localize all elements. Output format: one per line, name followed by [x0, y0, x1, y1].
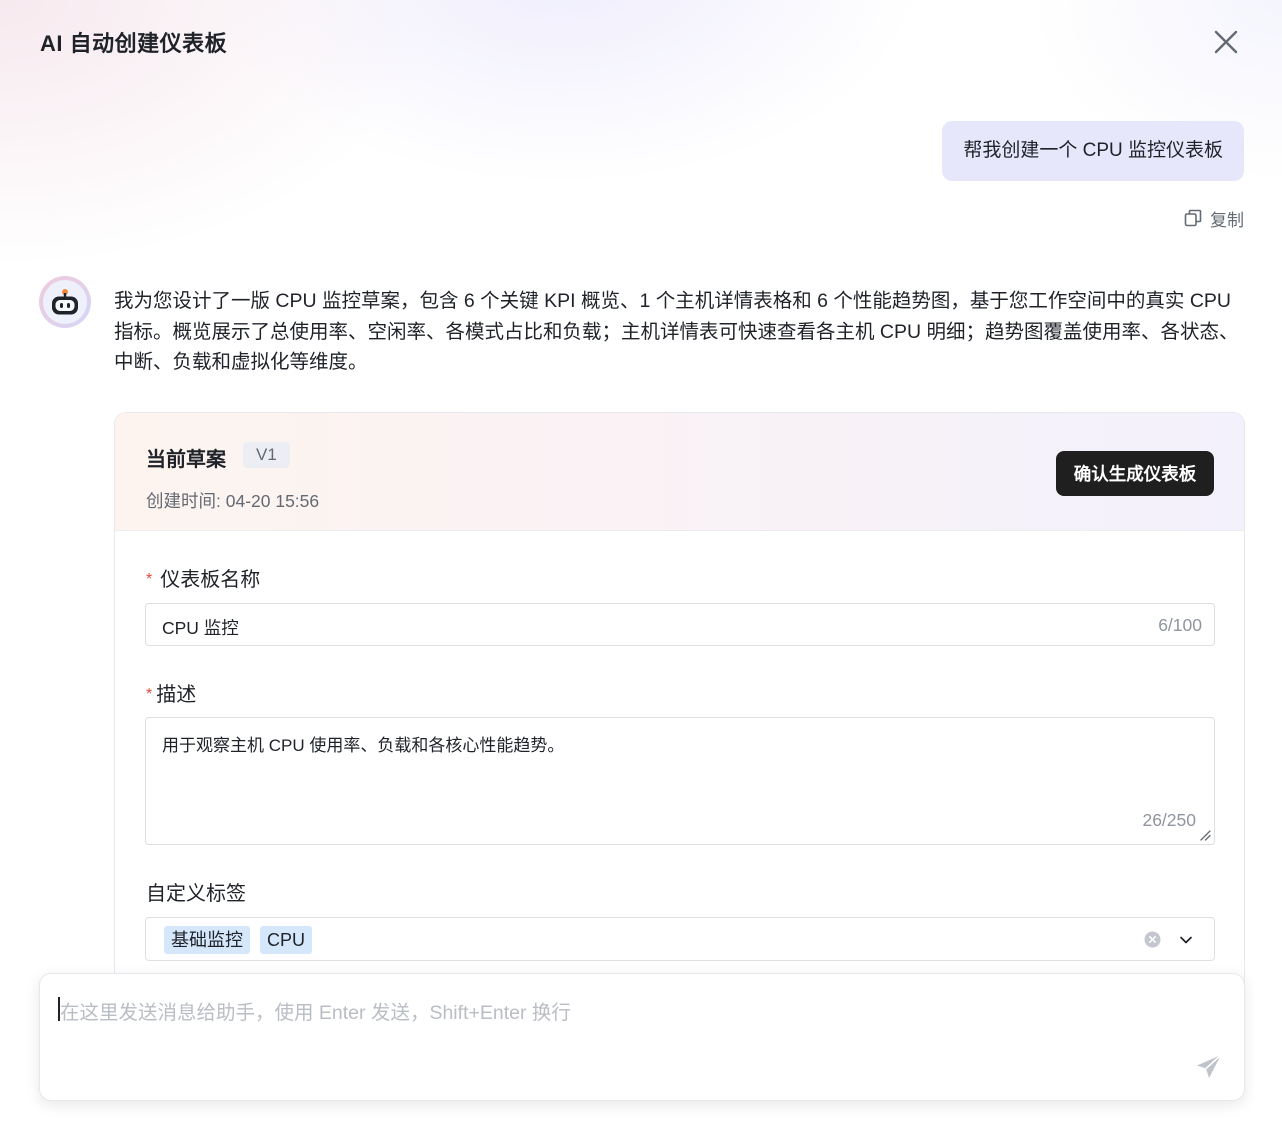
created-at-text: 创建时间: 04-20 15:56	[146, 491, 320, 511]
tag-chip: CPU	[260, 926, 313, 954]
send-button[interactable]	[1192, 1050, 1226, 1084]
required-mark: *	[146, 571, 153, 588]
send-icon	[1197, 1054, 1222, 1078]
description-textarea[interactable]: 用于观察主机 CPU 使用率、负载和各核心性能趋势。 26/250	[145, 717, 1215, 845]
ai-dashboard-dialog: AI 自动创建仪表板 帮我创建一个 CPU 监控仪表板 复制 我为您设计了一版 …	[0, 0, 1282, 1128]
required-mark: *	[146, 686, 153, 703]
dashboard-name-value: CPU 监控	[162, 618, 239, 638]
close-button[interactable]	[1208, 24, 1244, 60]
clear-icon[interactable]	[1144, 931, 1161, 948]
message-composer[interactable]: 在这里发送消息给助手，使用 Enter 发送，Shift+Enter 换行	[39, 973, 1245, 1101]
draft-title: 当前草案	[146, 449, 226, 471]
custom-tags-select[interactable]: 基础监控 CPU	[145, 917, 1215, 961]
resize-handle-icon[interactable]	[1199, 829, 1211, 841]
description-label: * 描述	[146, 684, 197, 706]
dashboard-name-counter: 6/100	[1158, 615, 1202, 635]
dashboard-name-input[interactable]: CPU 监控 6/100	[145, 603, 1215, 646]
tag-chip: 基础监控	[164, 926, 250, 954]
dialog-title: AI 自动创建仪表板	[40, 31, 228, 56]
chevron-down-icon[interactable]	[1179, 933, 1193, 947]
draft-card: 当前草案 V1 创建时间: 04-20 15:56 确认生成仪表板 * 仪表板名称…	[114, 412, 1245, 1002]
assistant-avatar	[39, 276, 91, 328]
confirm-generate-button[interactable]: 确认生成仪表板	[1056, 451, 1214, 496]
assistant-message-text: 我为您设计了一版 CPU 监控草案，包含 6 个关键 KPI 概览、1 个主机详…	[114, 290, 1239, 373]
user-message-bubble: 帮我创建一个 CPU 监控仪表板	[942, 121, 1244, 181]
custom-tags-label: 自定义标签	[146, 883, 246, 905]
composer-placeholder: 在这里发送消息给助手，使用 Enter 发送，Shift+Enter 换行	[60, 1002, 571, 1024]
draft-header: 当前草案 V1 创建时间: 04-20 15:56 确认生成仪表板	[115, 413, 1244, 531]
version-badge: V1	[243, 442, 290, 468]
description-counter: 26/250	[1142, 810, 1196, 830]
robot-icon	[52, 289, 78, 315]
description-value: 用于观察主机 CPU 使用率、负载和各核心性能趋势。	[162, 736, 565, 755]
copy-button[interactable]: 复制	[1184, 206, 1244, 230]
close-icon	[1214, 30, 1238, 54]
copy-label: 复制	[1210, 210, 1244, 230]
dashboard-name-label: * 仪表板名称	[146, 569, 261, 591]
copy-icon	[1184, 209, 1202, 227]
